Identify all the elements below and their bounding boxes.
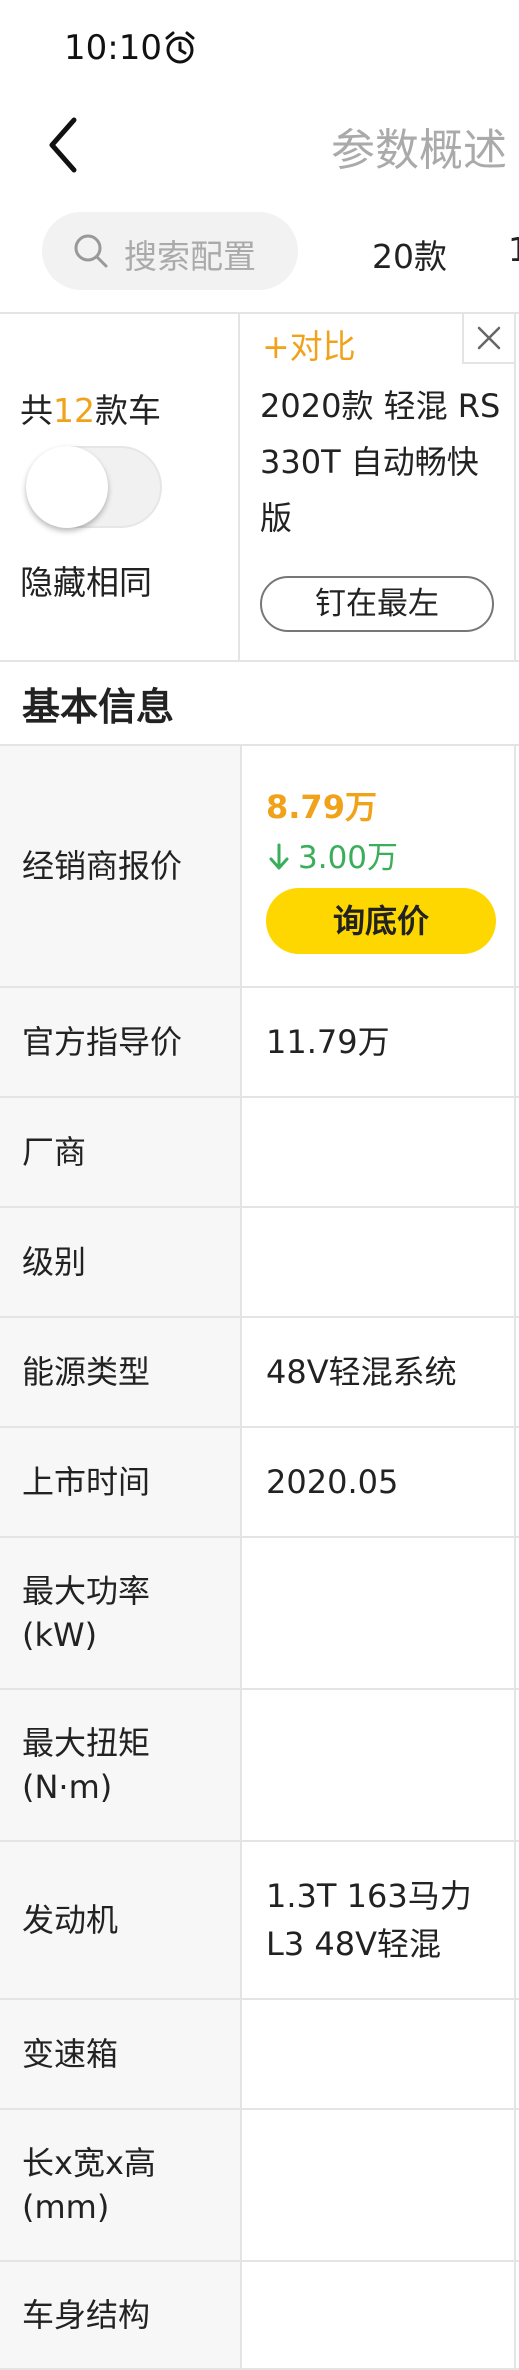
row-value-cell: 11.79万 bbox=[242, 988, 516, 1096]
car-count: 共12款车 bbox=[20, 384, 161, 432]
row-value-cell bbox=[242, 1208, 516, 1316]
row-value-cell bbox=[242, 1098, 516, 1206]
table-row: 上市时间 2020.05 bbox=[0, 1426, 519, 1536]
row-label-cell: 级别 bbox=[0, 1208, 242, 1316]
row-label: 经销商报价 bbox=[22, 847, 183, 885]
table-row: 最大功率 (kW) bbox=[0, 1536, 519, 1688]
row-value: 11.79万 bbox=[266, 1023, 390, 1061]
table-row: 长x宽x高 (mm) bbox=[0, 2108, 519, 2260]
row-label: 变速箱 bbox=[22, 2035, 119, 2073]
row-value-cell: 2020.05 bbox=[242, 1428, 516, 1536]
table-row: 发动机 1.3T 163马力 L3 48V轻混 bbox=[0, 1840, 519, 1998]
compare-header: 共12款车 隐藏相同 +对比 2020款 轻混 RS 330T 自动畅快版 钉在… bbox=[0, 312, 519, 662]
row-label-cell: 车身结构 bbox=[0, 2262, 242, 2368]
table-row: 变速箱 bbox=[0, 1998, 519, 2108]
row-value-cell bbox=[242, 2110, 516, 2260]
row-value-cell: 1.3T 163马力 L3 48V轻混 bbox=[242, 1842, 516, 1998]
table-row: 官方指导价 11.79万 bbox=[0, 986, 519, 1096]
car-model-name: 2020款 轻混 RS 330T 自动畅快版 bbox=[260, 387, 501, 537]
compare-summary: 共12款车 隐藏相同 bbox=[0, 314, 240, 660]
dealer-price-cell: 8.79万 3.00万 询底价 bbox=[242, 746, 516, 986]
param-table: 经销商报价 8.79万 3.00万 询底价 官方指导价 11.79万 厂商 级别… bbox=[0, 744, 519, 2370]
row-label: 级别 bbox=[22, 1243, 87, 1281]
section-title: 基本信息 bbox=[22, 685, 175, 729]
car-count-suffix: 款车 bbox=[95, 391, 161, 430]
price-drop-value: 3.00万 bbox=[298, 840, 399, 876]
row-label-cell: 官方指导价 bbox=[0, 988, 242, 1096]
row-value: 48V轻混系统 bbox=[266, 1353, 457, 1391]
search-icon bbox=[74, 234, 108, 268]
pin-left-button[interactable]: 钉在最左 bbox=[260, 576, 494, 632]
search-input[interactable]: 搜索配置 bbox=[42, 212, 298, 290]
row-label-cell: 发动机 bbox=[0, 1842, 242, 1998]
table-row: 车身结构 bbox=[0, 2260, 519, 2370]
car-count-number: 12 bbox=[53, 391, 95, 430]
row-label-cell: 经销商报价 bbox=[0, 746, 242, 986]
row-label: 厂商 bbox=[22, 1133, 87, 1171]
row-label-cell: 长x宽x高 (mm) bbox=[0, 2110, 242, 2260]
row-value-cell bbox=[242, 2000, 516, 2108]
close-icon bbox=[477, 326, 501, 350]
row-label: 最大功率 (kW) bbox=[22, 1572, 151, 1654]
hide-same-label: 隐藏相同 bbox=[20, 563, 152, 602]
tab-year-next[interactable]: 1 bbox=[508, 230, 519, 269]
car-column-header: +对比 2020款 轻混 RS 330T 自动畅快版 钉在最左 bbox=[242, 314, 516, 660]
status-time: 10:10 bbox=[64, 28, 162, 68]
toggle-knob bbox=[26, 446, 108, 528]
row-label: 长x宽x高 (mm) bbox=[22, 2144, 156, 2226]
add-compare-button[interactable]: +对比 bbox=[262, 320, 356, 368]
row-label: 发动机 bbox=[22, 1901, 119, 1939]
page-title: 参数概述 bbox=[331, 125, 507, 176]
search-placeholder: 搜索配置 bbox=[124, 237, 256, 276]
row-value: 2020.05 bbox=[266, 1463, 399, 1501]
row-label: 最大扭矩 (N·m) bbox=[22, 1724, 151, 1806]
search-row: 搜索配置 20款 1 bbox=[0, 206, 519, 302]
row-label-cell: 变速箱 bbox=[0, 2000, 242, 2108]
row-label-cell: 厂商 bbox=[0, 1098, 242, 1206]
row-value-cell bbox=[242, 2262, 516, 2368]
hide-same-toggle[interactable] bbox=[26, 446, 162, 528]
row-value-cell bbox=[242, 1690, 516, 1840]
back-icon[interactable] bbox=[40, 110, 90, 180]
remove-car-button[interactable] bbox=[462, 314, 514, 364]
table-row: 经销商报价 8.79万 3.00万 询底价 bbox=[0, 744, 519, 986]
row-label-cell: 最大功率 (kW) bbox=[0, 1538, 242, 1688]
row-value-cell: 48V轻混系统 bbox=[242, 1318, 516, 1426]
row-label-cell: 上市时间 bbox=[0, 1428, 242, 1536]
table-row: 级别 bbox=[0, 1206, 519, 1316]
table-row: 最大扭矩 (N·m) bbox=[0, 1688, 519, 1840]
row-label-cell: 最大扭矩 (N·m) bbox=[0, 1690, 242, 1840]
table-row: 厂商 bbox=[0, 1096, 519, 1206]
price-drop: 3.00万 bbox=[268, 832, 398, 877]
row-label: 官方指导价 bbox=[22, 1023, 183, 1061]
row-label: 能源类型 bbox=[22, 1353, 151, 1391]
car-count-prefix: 共 bbox=[20, 391, 53, 430]
row-label: 车身结构 bbox=[22, 2296, 151, 2334]
table-row: 能源类型 48V轻混系统 bbox=[0, 1316, 519, 1426]
row-label: 上市时间 bbox=[22, 1463, 151, 1501]
status-bar: 10:10 bbox=[0, 0, 519, 92]
tab-year-20[interactable]: 20款 bbox=[372, 230, 447, 278]
row-value-cell bbox=[242, 1538, 516, 1688]
row-value: 1.3T 163马力 L3 48V轻混 bbox=[266, 1877, 472, 1963]
arrow-down-icon bbox=[269, 843, 289, 870]
dealer-price: 8.79万 bbox=[266, 788, 377, 826]
alarm-icon bbox=[165, 31, 195, 64]
inquiry-price-button[interactable]: 询底价 bbox=[266, 888, 496, 954]
nav-bar: 参数概述 bbox=[0, 92, 519, 202]
row-label-cell: 能源类型 bbox=[0, 1318, 242, 1426]
